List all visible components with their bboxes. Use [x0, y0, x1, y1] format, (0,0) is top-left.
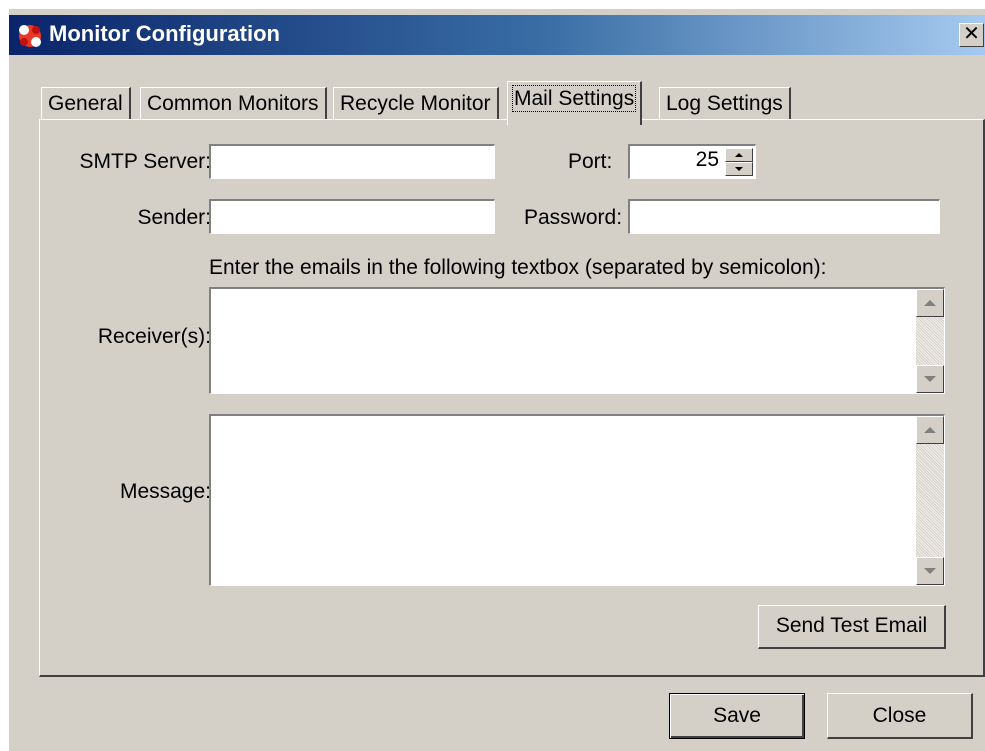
tab-log-settings[interactable]: Log Settings [659, 87, 791, 120]
receivers-label: Receiver(s): [97, 325, 211, 348]
save-button[interactable]: Save [669, 693, 805, 739]
scroll-up-arrow-icon [924, 300, 936, 306]
scroll-down-arrow-icon [924, 376, 936, 382]
tab-common-monitors[interactable]: Common Monitors [140, 87, 327, 120]
sender-input[interactable] [209, 199, 495, 234]
message-scroll-down-button[interactable] [916, 557, 944, 585]
app-icon [19, 25, 41, 47]
password-label: Password: [524, 206, 623, 229]
message-scrollbar[interactable] [916, 416, 944, 585]
message-label: Message: [119, 480, 211, 503]
send-test-email-button[interactable]: Send Test Email [758, 605, 946, 649]
tab-general[interactable]: General [41, 87, 131, 120]
port-spinner[interactable]: 25 [628, 144, 756, 179]
receivers-scroll-up-button[interactable] [916, 289, 944, 317]
tab-recycle-monitor[interactable]: Recycle Monitor [333, 87, 499, 120]
monitor-configuration-window: Monitor Configuration ✕ General Common M… [8, 8, 985, 751]
password-input[interactable] [628, 199, 940, 234]
receivers-scroll-down-button[interactable] [916, 365, 944, 393]
message-textarea[interactable] [209, 414, 945, 586]
port-label: Port: [568, 150, 613, 173]
port-increment-button[interactable] [725, 148, 753, 162]
receivers-instructions: Enter the emails in the following textbo… [209, 256, 827, 279]
port-decrement-button[interactable] [725, 162, 753, 176]
close-button[interactable]: Close [827, 693, 973, 739]
port-value: 25 [695, 148, 719, 171]
tab-mail-settings[interactable]: Mail Settings [507, 81, 643, 125]
close-window-button[interactable]: ✕ [959, 23, 984, 47]
sender-label: Sender: [137, 206, 211, 229]
smtp-server-input[interactable] [209, 144, 495, 179]
spin-down-arrow-icon [735, 167, 743, 171]
title-bar[interactable]: Monitor Configuration ✕ [9, 15, 985, 55]
smtp-server-label: SMTP Server: [79, 150, 211, 173]
close-icon: ✕ [963, 23, 980, 45]
window-title: Monitor Configuration [49, 21, 280, 46]
message-scroll-up-button[interactable] [916, 416, 944, 444]
receivers-scrollbar[interactable] [916, 289, 944, 393]
spin-up-arrow-icon [735, 153, 743, 157]
scroll-down-arrow-icon [924, 568, 936, 574]
receivers-textarea[interactable] [209, 287, 945, 394]
port-spinner-buttons [725, 148, 753, 177]
scroll-up-arrow-icon [924, 427, 936, 433]
mail-settings-panel: SMTP Server: Port: 25 Sender: Password: … [39, 119, 985, 677]
